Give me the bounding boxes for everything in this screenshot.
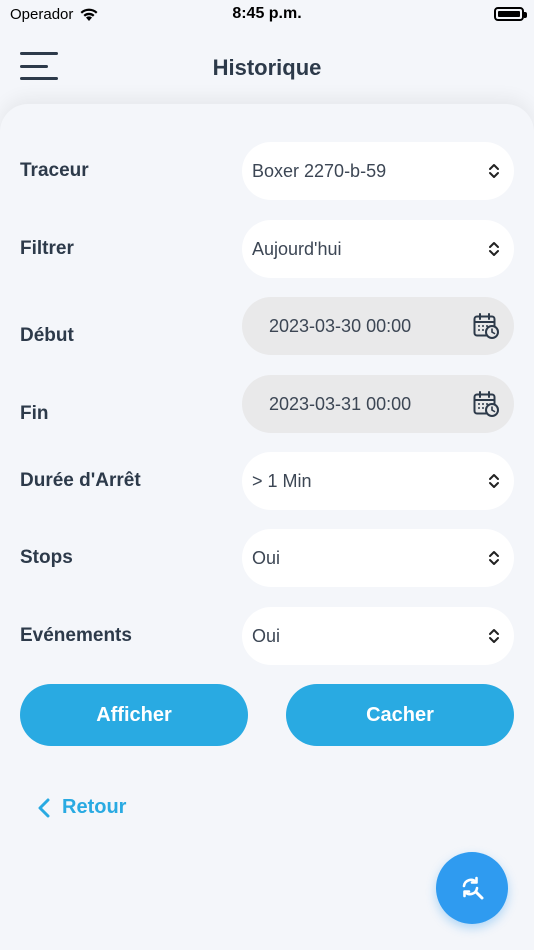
wifi-icon	[80, 8, 98, 21]
evenements-label: Evénements	[20, 625, 132, 646]
menu-line	[20, 64, 48, 68]
debut-label: Début	[20, 325, 74, 346]
duree-label: Durée d'Arrêt	[20, 470, 141, 491]
filtrer-value: Aujourd'hui	[252, 238, 342, 259]
hide-button[interactable]: Cacher	[286, 684, 514, 746]
evenements-row: Evénements Oui	[20, 607, 514, 665]
updown-chevron-icon	[489, 551, 499, 565]
debut-row: Début 2023-03-30 00:00	[20, 297, 514, 355]
filtrer-select[interactable]: Aujourd'hui	[242, 220, 514, 278]
menu-line	[20, 77, 58, 80]
menu-line	[20, 52, 58, 55]
status-left: Operador	[10, 6, 99, 23]
calendar-clock-icon[interactable]	[472, 390, 500, 418]
battery-icon	[494, 7, 527, 21]
updown-chevron-icon	[489, 629, 499, 643]
traceur-select[interactable]: Boxer 2270-b-59	[242, 142, 514, 200]
updown-chevron-icon	[489, 242, 499, 256]
page-title: Historique	[212, 55, 322, 80]
evenements-select[interactable]: Oui	[242, 607, 514, 665]
calendar-clock-icon[interactable]	[472, 312, 500, 340]
fin-label: Fin	[20, 403, 49, 424]
stops-select[interactable]: Oui	[242, 529, 514, 587]
duree-select[interactable]: > 1 Min	[242, 452, 514, 510]
back-label: Retour	[62, 796, 127, 818]
duree-value: > 1 Min	[252, 470, 312, 491]
refresh-search-icon	[462, 876, 484, 900]
refresh-search-fab[interactable]	[436, 852, 508, 924]
traceur-value: Boxer 2270-b-59	[252, 160, 387, 181]
debut-date-field[interactable]: 2023-03-30 00:00	[242, 297, 514, 355]
filtrer-label: Filtrer	[20, 238, 74, 259]
traceur-label: Traceur	[20, 160, 89, 181]
stops-row: Stops Oui	[20, 529, 514, 587]
hamburger-menu-button[interactable]	[20, 52, 60, 80]
traceur-row: Traceur Boxer 2270-b-59	[20, 142, 514, 200]
duree-row: Durée d'Arrêt > 1 Min	[20, 452, 514, 510]
status-bar: Operador 8:45 p.m.	[0, 0, 534, 28]
debut-value: 2023-03-30 00:00	[269, 315, 412, 336]
back-link[interactable]: Retour	[38, 796, 126, 819]
stops-label: Stops	[20, 547, 73, 568]
stops-value: Oui	[252, 547, 281, 568]
top-header: Historique	[0, 28, 534, 108]
updown-chevron-icon	[489, 474, 499, 488]
fin-row: Fin 2023-03-31 00:00	[20, 375, 514, 433]
show-button[interactable]: Afficher	[20, 684, 248, 746]
fin-date-field[interactable]: 2023-03-31 00:00	[242, 375, 514, 433]
evenements-value: Oui	[252, 625, 281, 646]
chevron-left-icon	[38, 798, 50, 817]
filtrer-row: Filtrer Aujourd'hui	[20, 220, 514, 278]
updown-chevron-icon	[489, 164, 499, 178]
carrier-label: Operador	[10, 5, 74, 23]
fin-value: 2023-03-31 00:00	[269, 393, 412, 414]
